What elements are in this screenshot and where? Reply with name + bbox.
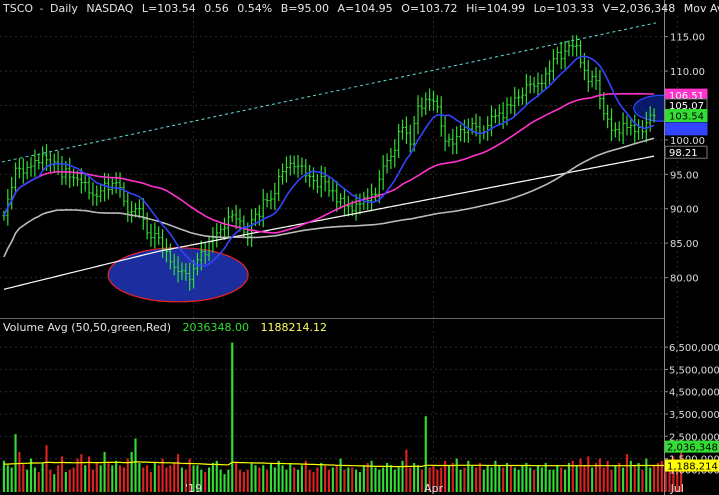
chart-header: TSCO - Daily NASDAQ L=103.54 0.56 0.54% … (2, 2, 719, 15)
price-tag-label: 103.54 (669, 112, 704, 123)
header-last: L=103.54 (142, 2, 196, 15)
volume-tick-label: 3,500,000 (669, 410, 719, 421)
price-tick-label: 115.00 (670, 33, 705, 44)
header-sep: - (40, 2, 44, 15)
volume-tick-label: 4,500,000 (669, 388, 719, 399)
header-volume: V=2,036,348 (602, 2, 675, 15)
volume-header-value2: 1188214.12 (261, 321, 327, 334)
price-tag-box (664, 122, 708, 136)
price-tick-label: 95.00 (670, 170, 699, 181)
header-ask: A=104.95 (337, 2, 392, 15)
chart-background (0, 0, 719, 495)
price-tag-label: 98.21 (669, 148, 698, 159)
header-open: O=103.72 (401, 2, 457, 15)
header-b: B=95.00 (281, 2, 329, 15)
price-tick-label: 80.00 (670, 274, 699, 285)
price-tick-label: 100.00 (670, 136, 705, 147)
header-ma-label: Mov Avg 2 Lines (684, 2, 719, 15)
volume-header-label: Volume Avg (50,50,green,Red) (3, 321, 171, 334)
volume-tag-label: 2,036,348 (667, 443, 718, 454)
header-high: Hi=104.99 (466, 2, 525, 15)
price-tick-label: 110.00 (670, 67, 705, 78)
volume-tick-label: 5,500,000 (669, 365, 719, 376)
header-change-pct: 0.54% (237, 2, 272, 15)
volume-tag-label: 1,188,214 (667, 462, 718, 473)
header-exchange: NASDAQ (86, 2, 133, 15)
stock-chart: 80.0085.0090.0095.00100.00105.00110.0011… (0, 0, 719, 495)
volume-header: Volume Avg (50,50,green,Red) 2036348.00 … (3, 321, 327, 334)
header-ticker: TSCO (2, 2, 33, 15)
header-interval: Daily (50, 2, 78, 15)
header-change: 0.56 (204, 2, 229, 15)
date-tick-label: Apr (424, 482, 444, 495)
price-tick-label: 85.00 (670, 239, 699, 250)
price-tags: 106.51105.07103.5498.21 (664, 88, 708, 159)
price-tick-label: 90.00 (670, 205, 699, 216)
header-low: Lo=103.33 (534, 2, 594, 15)
date-tick-label: Jul (670, 482, 684, 495)
volume-header-value1: 2036348.00 (183, 321, 249, 334)
volume-tick-label: 6,500,000 (669, 343, 719, 354)
date-tick-label: '19 (185, 482, 202, 495)
